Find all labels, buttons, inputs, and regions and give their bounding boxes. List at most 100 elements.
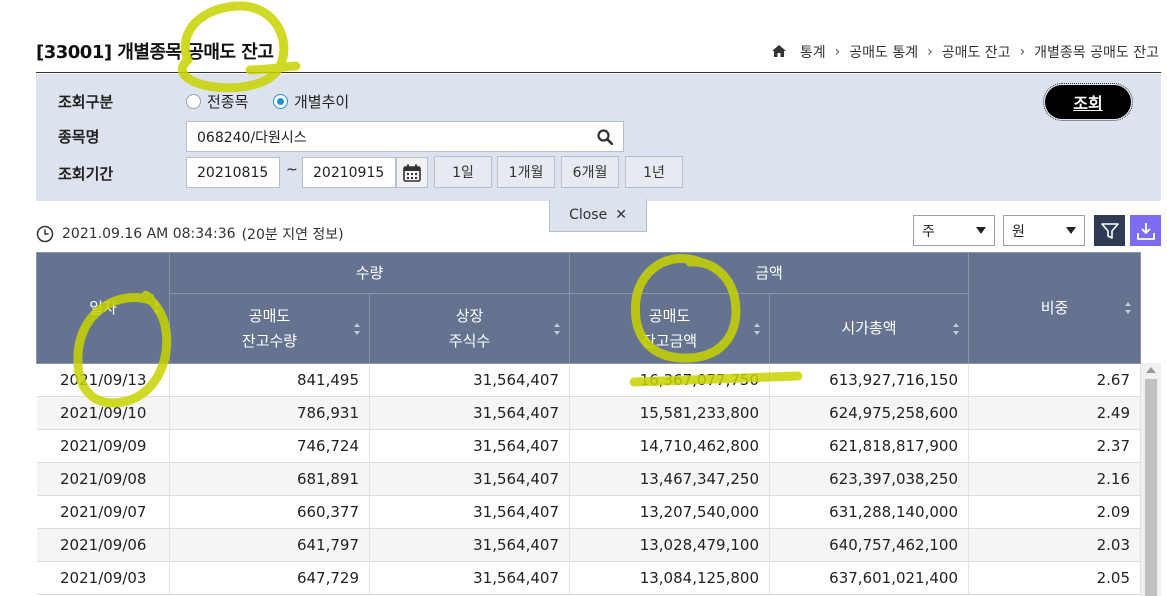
table-cell: 13,084,125,800 [569,561,770,595]
col-listed-shares-header[interactable]: 상장 주식수 [369,293,570,364]
table-cell: 637,601,021,400 [769,561,969,595]
table-cell: 2.37 [968,429,1141,463]
period-1year-button[interactable]: 1년 [625,156,683,188]
header-line: 공매도 [248,306,291,325]
short-balance-table: 일자 수량 금액 비중 공매도 잔고수량 상장 주식수 공매도 잔고금액 시가총… [36,252,1141,595]
search-button[interactable]: 조회 [1043,83,1133,121]
col-short-amount-header[interactable]: 공매도 잔고금액 [569,293,770,364]
vertical-scrollbar[interactable] [1141,363,1161,596]
currency-unit-value: 원 [1012,223,1025,240]
cell-date: 2021/09/08 [36,462,170,496]
search-icon[interactable] [597,128,613,145]
query-type-label: 조회구분 [58,93,114,111]
header-line: 주식수 [448,331,491,350]
currency-unit-select[interactable]: 원 [1003,215,1085,246]
sort-icon[interactable] [553,322,561,336]
table-cell: 31,564,407 [369,561,570,595]
end-date-input[interactable]: 20210915 [302,157,396,188]
table-cell: 841,495 [169,363,370,397]
dropdown-arrow-icon [976,227,986,234]
sort-icon[interactable] [353,322,361,336]
table-cell: 2.67 [968,363,1141,397]
table-row[interactable]: 2021/09/10 786,931 31,564,407 15,581,233,80… [36,396,1141,430]
breadcrumb-item[interactable]: 개별종목 공매도 잔고 [1034,42,1159,62]
calendar-button[interactable] [396,157,428,188]
radio-individual-trend[interactable]: 개별추이 [273,91,349,112]
table-row[interactable]: 2021/09/06 641,797 31,564,407 13,028,479,10… [36,528,1141,562]
table-cell: 640,757,462,100 [769,528,969,562]
table-row[interactable]: 2021/09/03 647,729 31,564,407 13,084,125,80… [36,561,1141,595]
chevron-right-icon: › [1019,44,1026,60]
table-cell: 14,710,462,800 [569,429,770,463]
radio-label: 전종목 [207,93,249,111]
breadcrumb-item[interactable]: 통계 [800,42,826,62]
clock-icon [36,225,54,243]
table-row[interactable]: 2021/09/08 681,891 31,564,407 13,467,347,25… [36,462,1141,496]
period-unit-select[interactable]: 주 [913,215,995,246]
table-cell: 13,028,479,100 [569,528,770,562]
table-row[interactable]: 2021/09/09 746,724 31,564,407 14,710,462,80… [36,429,1141,463]
period-label: 조회기간 [58,165,114,183]
table-cell: 2.03 [968,528,1141,562]
table-cell: 681,891 [169,462,370,496]
breadcrumb-item[interactable]: 공매도 잔고 [942,42,1011,62]
header-line: 시가총액 [841,319,897,337]
table-cell: 660,377 [169,495,370,529]
radio-selected-icon[interactable] [273,94,288,109]
filter-button[interactable] [1094,215,1125,246]
period-6month-button[interactable]: 6개월 [561,156,619,188]
cell-date: 2021/09/13 [36,363,170,397]
table-cell: 621,818,817,900 [769,429,969,463]
close-icon: ✕ [615,207,627,223]
sort-icon[interactable] [153,301,161,315]
col-date-header[interactable]: 일자 [36,252,170,364]
sort-icon[interactable] [1124,301,1132,315]
radio-all-stocks[interactable]: 전종목 [186,91,248,112]
breadcrumb-item[interactable]: 공매도 통계 [849,42,918,62]
delay-note: (20분 지연 정보) [241,227,344,243]
close-label: Close [569,207,608,223]
col-ratio-header[interactable]: 비중 [968,252,1141,364]
col-short-qty-header[interactable]: 공매도 잔고수량 [169,293,370,364]
stock-search-input[interactable]: 068240/다원시스 [186,121,624,152]
download-button[interactable] [1130,215,1161,246]
table-cell: 31,564,407 [369,528,570,562]
header-line: 상장 [455,306,484,325]
table-cell: 31,564,407 [369,462,570,496]
stock-search-value: 068240/다원시스 [197,129,307,146]
cell-date: 2021/09/03 [36,561,170,595]
search-panel: 조회구분 전종목 개별추이 종목명 068240/다원시스 조회기간 20210… [36,74,1161,201]
page-title: [33001] 개별종목 공매도 잔고 [36,42,274,63]
breadcrumb: 통계 › 공매도 통계 › 공매도 잔고 › 개별종목 공매도 잔고 [771,42,1159,62]
col-market-cap-header[interactable]: 시가총액 [769,293,969,364]
sort-icon[interactable] [952,322,960,336]
cell-date: 2021/09/06 [36,528,170,562]
chevron-right-icon: › [927,44,933,60]
radio-label: 개별추이 [294,93,350,111]
table-cell: 13,207,540,000 [569,495,770,529]
start-date-input[interactable]: 20210815 [186,157,280,188]
calendar-icon [403,164,421,182]
table-row[interactable]: 2021/09/13 841,495 31,564,407 16,367,077,75… [36,363,1141,397]
close-panel-button[interactable]: Close ✕ [549,199,647,232]
chevron-right-icon: › [834,44,841,60]
table-cell: 31,564,407 [369,495,570,529]
table-cell: 2.09 [968,495,1141,529]
radio-icon[interactable] [186,94,201,109]
scrollbar-thumb[interactable] [1145,379,1157,596]
table-cell: 623,397,038,250 [769,462,969,496]
stock-name-label: 종목명 [58,128,100,146]
period-1day-button[interactable]: 1일 [434,156,492,188]
group-quantity-header: 수량 [169,252,570,294]
sort-icon[interactable] [753,322,761,336]
home-icon[interactable] [771,45,786,57]
cell-date: 2021/09/10 [36,396,170,430]
table-cell: 613,927,716,150 [769,363,969,397]
group-amount-header: 금액 [569,252,969,294]
start-date-value: 20210815 [197,164,269,181]
period-1month-button[interactable]: 1개월 [497,156,555,188]
timestamp-value: 2021.09.16 AM 08:34:36 [62,226,236,242]
scroll-up-arrow-icon[interactable] [1146,367,1156,373]
table-row[interactable]: 2021/09/07 660,377 31,564,407 13,207,540,00… [36,495,1141,529]
table-cell: 2.16 [968,462,1141,496]
